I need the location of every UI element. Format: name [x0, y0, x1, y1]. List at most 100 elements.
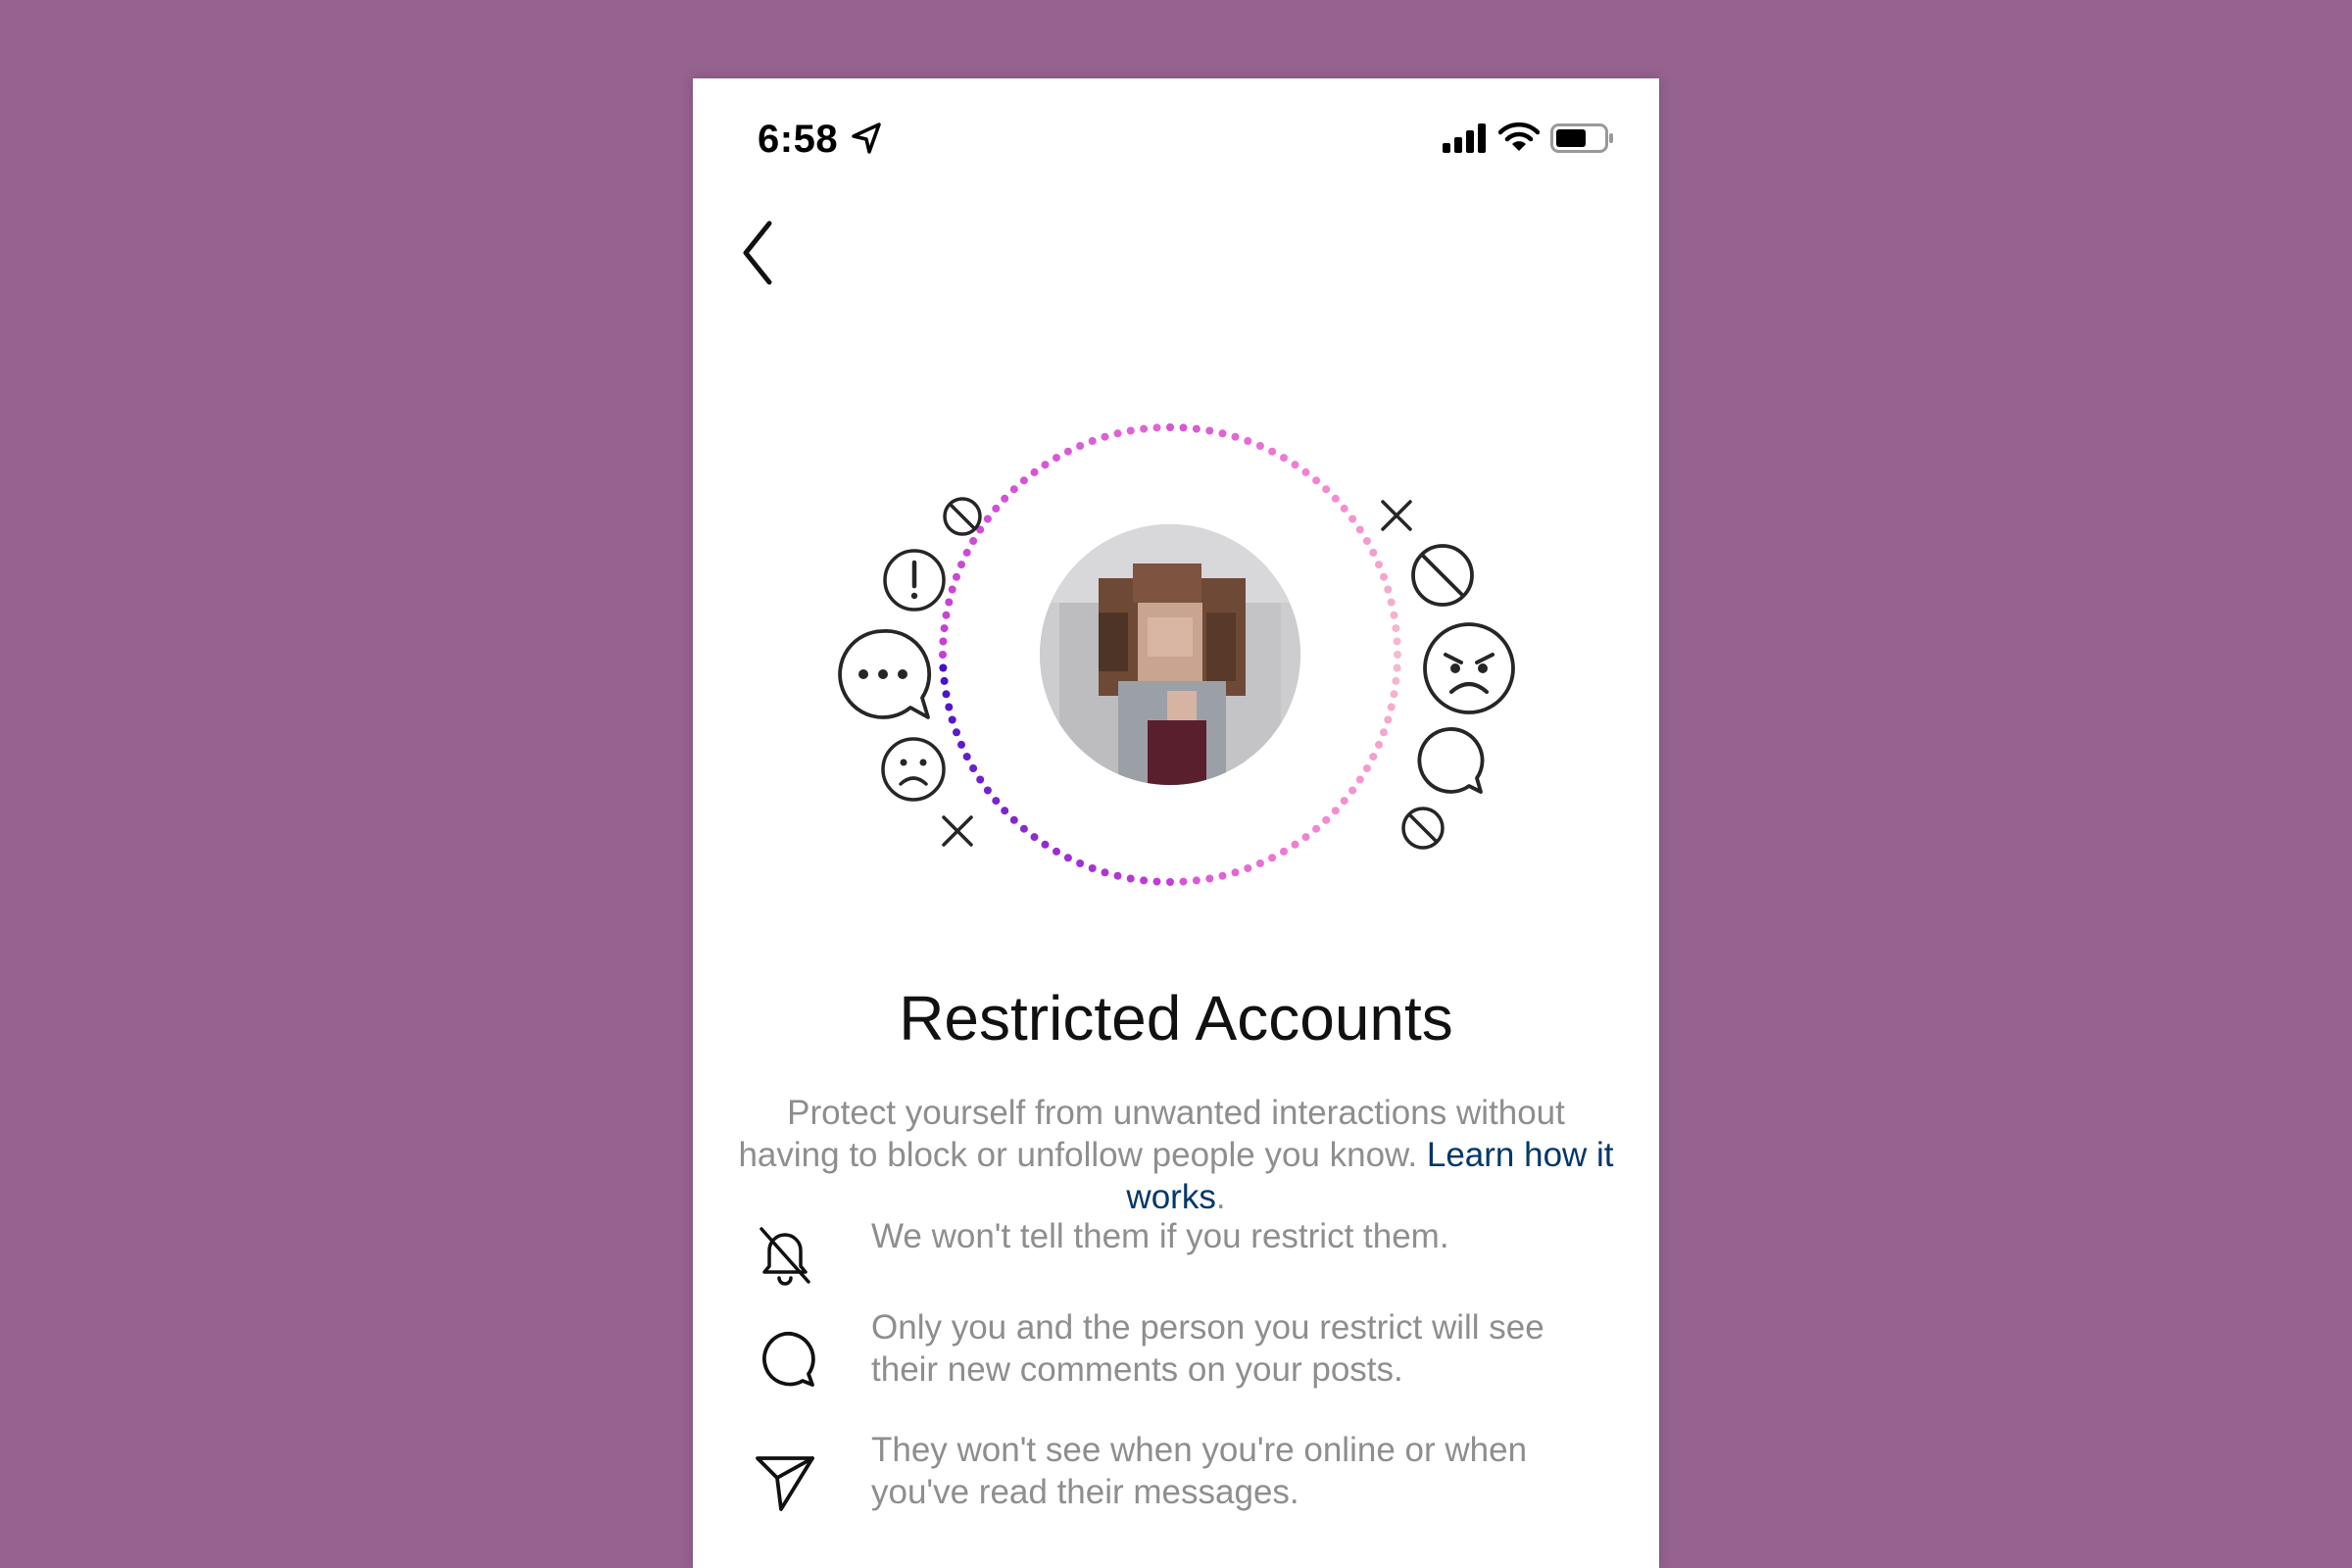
ring-dot — [1380, 728, 1388, 737]
restrict-illustration — [693, 353, 1659, 941]
ring-dot — [962, 548, 971, 557]
ring-dot — [1375, 740, 1383, 749]
ring-dot — [992, 797, 1001, 806]
status-time: 6:58 — [758, 118, 839, 161]
ring-dot — [953, 572, 960, 581]
learn-more-suffix: . — [1215, 1178, 1226, 1216]
ring-dot — [992, 504, 1001, 513]
ring-dot — [1255, 442, 1264, 450]
ring-dot — [1393, 637, 1401, 646]
ring-dot — [1192, 876, 1200, 885]
sad-face-icon — [881, 737, 946, 802]
ring-dot — [1348, 786, 1357, 795]
ring-dot — [1126, 874, 1135, 883]
ring-dot — [1291, 461, 1299, 469]
ring-dot — [1076, 442, 1085, 450]
cellular-signal-icon — [1443, 123, 1486, 153]
ring-dot — [1076, 859, 1085, 867]
ring-dot — [1340, 504, 1348, 513]
ring-dot — [1322, 485, 1331, 494]
ring-dot — [1019, 824, 1028, 833]
ring-dot — [1140, 876, 1149, 885]
ring-dot — [1244, 864, 1252, 872]
ring-dot — [1152, 877, 1161, 886]
ring-dot — [1231, 868, 1240, 877]
ring-dot — [1268, 447, 1277, 456]
ring-dot — [1218, 429, 1227, 438]
ring-dot — [1348, 514, 1357, 523]
phone-screen: 6:58 Restricted Accounts Protect yoursel… — [693, 78, 1659, 1568]
ring-dot — [1340, 797, 1348, 806]
block-icon — [943, 497, 982, 536]
ring-dot — [1362, 537, 1371, 545]
ring-dot — [1392, 676, 1400, 685]
ring-dot — [969, 764, 978, 772]
location-arrow-icon — [852, 122, 881, 154]
angry-face-icon — [1423, 622, 1515, 714]
ring-dot — [1041, 461, 1050, 469]
ring-dot — [1322, 815, 1331, 824]
ring-dot — [1291, 840, 1299, 849]
ring-dot — [1030, 467, 1039, 476]
ring-dot — [1390, 611, 1398, 619]
ring-dot — [1101, 868, 1109, 877]
ring-dot — [948, 715, 956, 724]
chat-bubble-icon — [1417, 727, 1485, 794]
battery-icon — [1550, 123, 1613, 153]
ring-dot — [1205, 426, 1214, 435]
ring-dot — [957, 740, 965, 749]
page-description: Protect yourself from unwanted interacti… — [732, 1092, 1620, 1218]
feature-text: They won't see when you're online or whe… — [871, 1431, 1528, 1511]
ring-dot — [1255, 859, 1264, 867]
bell-off-icon — [760, 1227, 810, 1286]
status-bar: 6:58 — [693, 78, 1659, 196]
ring-dot — [1394, 651, 1401, 659]
ring-dot — [1179, 877, 1188, 886]
ring-dot — [1088, 437, 1097, 445]
comment-icon — [762, 1331, 815, 1387]
ring-dot — [1280, 454, 1288, 463]
chat-bubble-dots-icon — [838, 629, 932, 719]
ring-dot — [1088, 864, 1097, 872]
ring-dot — [1218, 871, 1227, 880]
ring-dot — [1384, 585, 1393, 594]
ring-dot — [1393, 663, 1401, 672]
ring-dot — [957, 561, 965, 569]
ring-dot — [939, 651, 947, 659]
page-title: Restricted Accounts — [899, 983, 1453, 1054]
ring-dot — [1387, 703, 1396, 711]
ring-dot — [1179, 423, 1188, 432]
ring-dot — [983, 786, 992, 795]
ring-dot — [1231, 432, 1240, 441]
block-icon — [1411, 544, 1474, 607]
ring-dot — [1369, 753, 1378, 761]
ring-dot — [1387, 598, 1396, 607]
ring-dot — [976, 775, 985, 784]
avatar — [1040, 524, 1300, 785]
ring-dot — [1375, 561, 1383, 569]
ring-dot — [1009, 815, 1018, 824]
ring-dot — [1019, 476, 1028, 485]
ring-dot — [1166, 878, 1174, 886]
ring-dot — [1053, 454, 1060, 463]
ring-dot — [939, 663, 948, 672]
ring-dot — [1166, 423, 1174, 431]
ring-dot — [939, 637, 948, 646]
ring-dot — [1312, 476, 1321, 485]
ring-dot — [1301, 467, 1310, 476]
ring-dot — [1152, 423, 1161, 432]
back-button[interactable] — [726, 212, 789, 294]
alert-icon — [883, 549, 946, 612]
block-icon — [1401, 807, 1445, 850]
ring-dot — [1113, 429, 1122, 438]
ring-dot — [1362, 764, 1371, 772]
close-x-icon — [1381, 500, 1412, 531]
ring-dot — [962, 753, 971, 761]
close-x-icon — [942, 815, 973, 847]
ring-dot — [1268, 854, 1277, 862]
ring-dot — [1380, 572, 1388, 581]
ring-dot — [1331, 494, 1340, 503]
ring-dot — [1113, 871, 1122, 880]
direct-send-icon — [756, 1456, 814, 1511]
ring-dot — [1280, 847, 1288, 856]
